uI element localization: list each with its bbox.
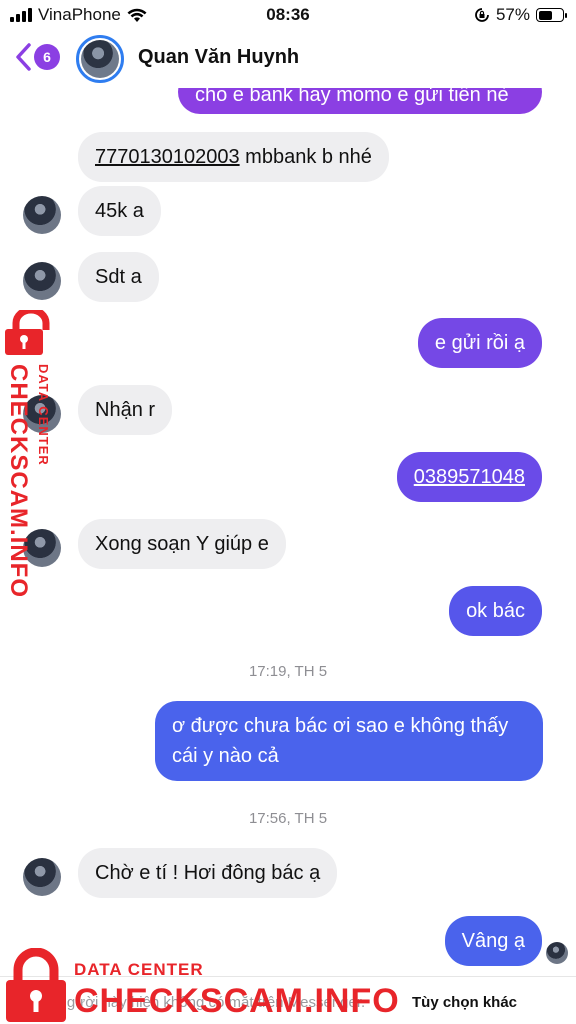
message-incoming[interactable]: 45k a — [78, 186, 161, 236]
unavailable-notice-bar: Người này hiện không có mặt trên Messeng… — [0, 976, 576, 1024]
timestamp: 17:56, TH 5 — [248, 810, 328, 827]
contact-avatar[interactable] — [23, 196, 61, 234]
message-incoming[interactable]: Sdt a — [78, 252, 159, 302]
unread-badge: 6 — [34, 44, 60, 70]
message-outgoing[interactable]: e gửi rồi ạ — [417, 318, 542, 368]
message-incoming[interactable]: Xong soạn Y giúp e — [78, 519, 286, 569]
message-incoming[interactable]: Nhận r — [78, 385, 173, 435]
message-outgoing[interactable]: ok bác — [449, 586, 542, 636]
contact-avatar[interactable] — [23, 529, 61, 567]
contact-avatar[interactable] — [23, 858, 61, 896]
message-outgoing[interactable]: Vâng ạ — [444, 916, 542, 966]
account-number-link[interactable]: 7770130102003 — [95, 146, 240, 168]
more-options-link[interactable]: Tùy chọn khác — [412, 994, 517, 1011]
message-text: mbbank b nhé — [239, 146, 372, 168]
phone-number-link[interactable]: 0389571048 — [414, 466, 525, 488]
conversation-header: 6 Quan Văn Huynh — [0, 30, 576, 88]
message-outgoing[interactable]: ơ được chưa bác ơi sao e không thấy cái … — [155, 701, 543, 781]
timestamp: 17:19, TH 5 — [248, 663, 328, 680]
contact-name[interactable]: Quan Văn Huynh — [138, 46, 299, 69]
contact-avatar[interactable] — [23, 395, 61, 433]
message-outgoing[interactable]: 0389571048 — [396, 452, 542, 502]
contact-avatar[interactable] — [23, 262, 61, 300]
message-incoming[interactable]: Chờ e tí ! Hơi đông bác ạ — [78, 848, 338, 898]
message-line: cái y nào cả — [172, 745, 279, 767]
message-list[interactable]: cho e bank hay momo e gửi tiền nè 777013… — [0, 0, 576, 1024]
message-line: ơ được chưa bác ơi sao e không thấy — [172, 715, 509, 737]
unavailable-notice: Người này hiện không có mặt trên Messeng… — [56, 994, 366, 1011]
contact-avatar-header[interactable] — [76, 35, 124, 83]
back-button[interactable]: 6 — [14, 42, 60, 72]
seen-avatar — [546, 942, 568, 964]
message-incoming[interactable]: 7770130102003 mbbank b nhé — [78, 132, 389, 182]
chevron-left-icon — [16, 43, 31, 71]
